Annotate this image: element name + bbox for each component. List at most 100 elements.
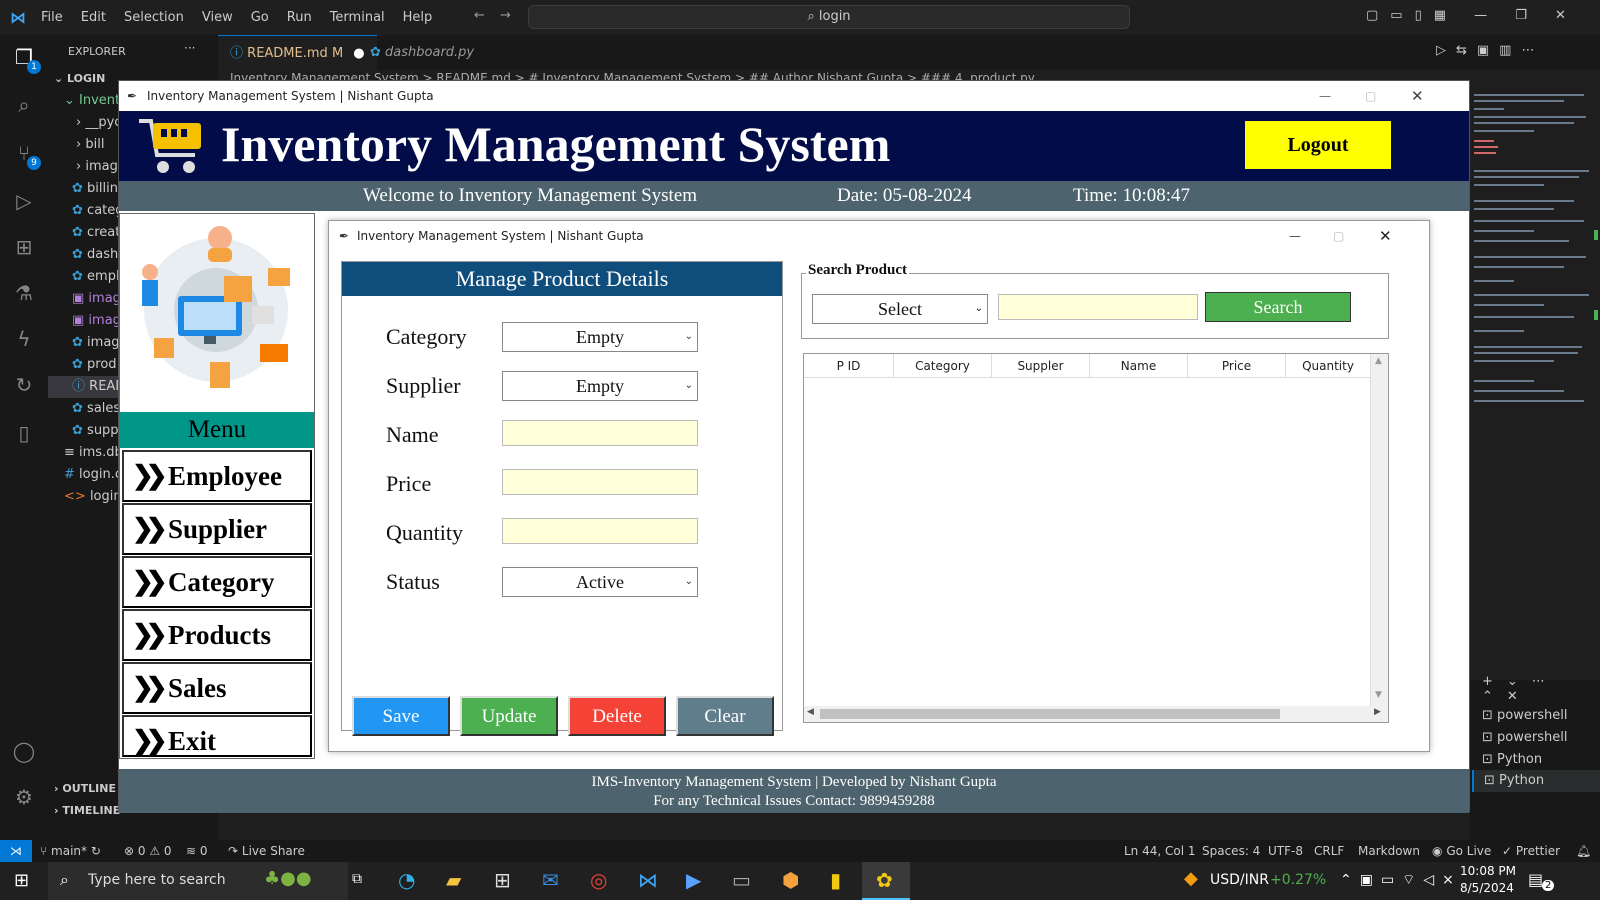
menu-go[interactable]: Go — [242, 10, 278, 25]
editor-actions[interactable]: ▷⇆▣▥⋯ — [1436, 43, 1544, 58]
menu-help[interactable]: Help — [394, 10, 442, 25]
search-button[interactable]: Search — [1205, 292, 1351, 322]
tray-icons[interactable]: ⌃▣▭⌔◁× — [1340, 871, 1462, 889]
search-input[interactable] — [998, 294, 1198, 320]
scroll-up-icon[interactable]: ▲ — [1375, 356, 1382, 366]
tree-item[interactable]: ✿ prod — [72, 354, 117, 376]
store-icon[interactable]: ⊞ — [494, 868, 511, 892]
tree-item[interactable]: ✿ billin — [72, 178, 118, 200]
supplier-select[interactable]: Empty ⌄ — [502, 371, 698, 401]
tree-item[interactable]: › imag — [76, 156, 118, 178]
terminal-item[interactable]: ⊡ powershell — [1482, 708, 1567, 723]
task-view-icon[interactable]: ⧉ — [352, 871, 362, 887]
terminal-item-selected[interactable]: ⊡ Python — [1472, 770, 1600, 792]
vscode-icon[interactable]: ⋈ — [638, 868, 658, 892]
maximize-icon[interactable]: ▢ — [1365, 81, 1376, 111]
status-select[interactable]: Active ⌄ — [502, 567, 698, 597]
menu-products-button[interactable]: ❯❯ Products — [122, 609, 312, 661]
indentation[interactable]: Spaces: 4 — [1202, 840, 1260, 862]
encoding[interactable]: UTF-8 — [1268, 840, 1303, 862]
notification-icon[interactable]: ▤ — [1528, 870, 1543, 889]
tree-item[interactable]: ≡ ims.db — [64, 442, 123, 464]
python-app-active[interactable]: ✿ — [862, 862, 910, 900]
terminal-item[interactable]: ⊡ powershell — [1482, 730, 1567, 745]
mysql-icon[interactable]: ▭ — [732, 868, 751, 892]
name-input[interactable] — [502, 420, 698, 446]
go-live-item[interactable]: ◉ Go Live — [1432, 840, 1491, 862]
command-center[interactable]: ⌕ login — [528, 5, 1130, 29]
close-icon[interactable]: ✕ — [1411, 81, 1424, 111]
file-explorer-icon[interactable]: ▰ — [446, 868, 461, 892]
search-by-select[interactable]: Select ⌄ — [812, 294, 988, 324]
category-select[interactable]: Empty ⌄ — [502, 322, 698, 352]
testing-icon[interactable]: ⚗ — [12, 281, 36, 305]
menu-edit[interactable]: Edit — [72, 10, 115, 25]
tree-item[interactable]: › bill — [76, 134, 104, 156]
menu-selection[interactable]: Selection — [115, 10, 193, 25]
clock-date[interactable]: 8/5/2024 — [1460, 881, 1514, 895]
timeline-section[interactable]: › TIMELINE — [54, 800, 120, 822]
tree-item[interactable]: ✿ supp — [72, 420, 119, 442]
tree-item[interactable]: # login.c — [64, 464, 122, 486]
scroll-down-icon[interactable]: ▼ — [1375, 690, 1382, 700]
live-share-icon[interactable]: ↻ — [12, 373, 36, 397]
remote-icon[interactable]: ⋊ — [0, 840, 32, 862]
quantity-input[interactable] — [502, 518, 698, 544]
tab-readme[interactable]: ⓘ README.md M ● — [218, 35, 377, 70]
column-header[interactable]: Price — [1188, 354, 1286, 378]
clear-button[interactable]: Clear — [676, 696, 774, 736]
update-button[interactable]: Update — [460, 696, 558, 736]
outline-section[interactable]: › OUTLINE — [54, 778, 116, 800]
tree-item[interactable]: ✿ creat — [72, 222, 120, 244]
windows-start-icon[interactable]: ⊞ — [14, 870, 29, 891]
media-icon[interactable]: ▶ — [686, 868, 701, 892]
line-ending[interactable]: CRLF — [1314, 840, 1344, 862]
menu-employee-button[interactable]: ❯❯ Employee — [122, 450, 312, 502]
logout-button[interactable]: Logout — [1245, 121, 1391, 169]
column-header[interactable]: Name — [1090, 354, 1188, 378]
terminal-actions[interactable]: +⌄⋯⌃✕ — [1482, 674, 1600, 704]
device-icon[interactable]: ▯ — [12, 421, 36, 445]
column-header[interactable]: Category — [894, 354, 992, 378]
column-header[interactable]: P ID — [804, 354, 894, 378]
chrome-icon[interactable]: ◎ — [590, 868, 607, 892]
extensions-icon[interactable]: ⊞ — [12, 235, 36, 259]
live-share-item[interactable]: ↷ Live Share — [228, 840, 305, 862]
horizontal-scrollbar[interactable]: ◀ ▶ — [804, 706, 1388, 722]
mail-icon[interactable]: ✉ — [542, 868, 559, 892]
menu-terminal[interactable]: Terminal — [321, 10, 394, 25]
product-table[interactable]: P ID Category Suppler Name Price Quantit… — [803, 353, 1389, 723]
back-arrow-icon[interactable]: ← — [474, 8, 485, 23]
tab-dashboard[interactable]: ✿ dashboard.py — [358, 35, 486, 70]
tree-item[interactable]: ▣ imag — [72, 288, 121, 310]
menu-run[interactable]: Run — [278, 10, 321, 25]
language-mode[interactable]: Markdown — [1358, 840, 1420, 862]
tree-item[interactable]: ▣ imag — [72, 310, 121, 332]
scroll-thumb[interactable] — [820, 709, 1280, 719]
menu-sales-button[interactable]: ❯❯ Sales — [122, 662, 312, 714]
maximize-icon[interactable]: ▢ — [1333, 221, 1344, 251]
run-debug-icon[interactable]: ▷ — [12, 189, 36, 213]
tree-item[interactable]: ✿ imag — [72, 332, 120, 354]
menu-supplier-button[interactable]: ❯❯ Supplier — [122, 503, 312, 555]
account-icon[interactable]: ◯ — [12, 739, 36, 763]
workspace-header[interactable]: ⌄ LOGIN — [54, 68, 105, 90]
forward-arrow-icon[interactable]: → — [500, 8, 511, 23]
minimap[interactable] — [1470, 90, 1600, 680]
minimize-icon[interactable]: — — [1289, 221, 1301, 251]
clock-time[interactable]: 10:08 PM — [1460, 864, 1516, 878]
delete-button[interactable]: Delete — [568, 696, 666, 736]
close-icon[interactable]: ✕ — [1379, 221, 1392, 251]
ports-item[interactable]: ≋ 0 — [186, 840, 208, 862]
minimize-icon[interactable]: — — [1319, 81, 1331, 111]
search-icon[interactable]: ⌕ — [12, 93, 36, 117]
scroll-right-icon[interactable]: ▶ — [1374, 707, 1381, 717]
menu-exit-button[interactable]: ❯❯ Exit — [122, 715, 312, 757]
lightning-icon[interactable]: ϟ — [12, 327, 36, 351]
tree-item[interactable]: ⌄ Invent — [64, 90, 120, 112]
menu-category-button[interactable]: ❯❯ Category — [122, 556, 312, 608]
price-input[interactable] — [502, 469, 698, 495]
save-button[interactable]: Save — [352, 696, 450, 736]
tree-item[interactable]: ✿ dash — [72, 244, 118, 266]
cube-icon[interactable]: ⬢ — [782, 868, 799, 892]
